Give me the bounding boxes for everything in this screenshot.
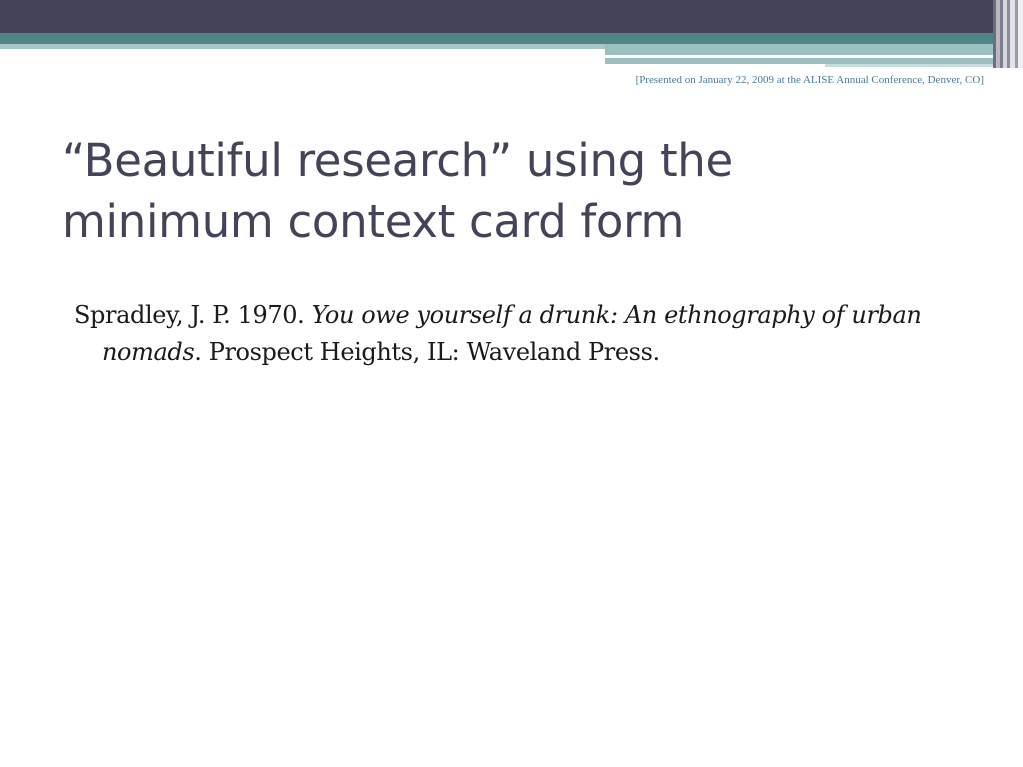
top-band-teal xyxy=(0,33,1023,44)
presentation-note: [Presented on January 22, 2009 at the AL… xyxy=(635,74,984,86)
citation-publisher: . Prospect Heights, IL: Waveland Press. xyxy=(194,338,660,366)
citation: Spradley, J. P. 1970. You owe yourself a… xyxy=(74,297,992,371)
slide: [Presented on January 22, 2009 at the AL… xyxy=(0,0,1023,767)
decorative-stripes xyxy=(993,0,1023,68)
top-band-right xyxy=(605,44,1023,55)
citation-author-year: Spradley, J. P. 1970. xyxy=(74,301,312,329)
slide-title: “Beautiful research” using the minimum c… xyxy=(62,130,882,252)
slide-title-line1: “Beautiful research” using the xyxy=(62,134,733,187)
slide-title-line2: minimum context card form xyxy=(62,195,685,248)
top-band-light xyxy=(0,44,605,49)
top-band-dark xyxy=(0,0,1023,33)
